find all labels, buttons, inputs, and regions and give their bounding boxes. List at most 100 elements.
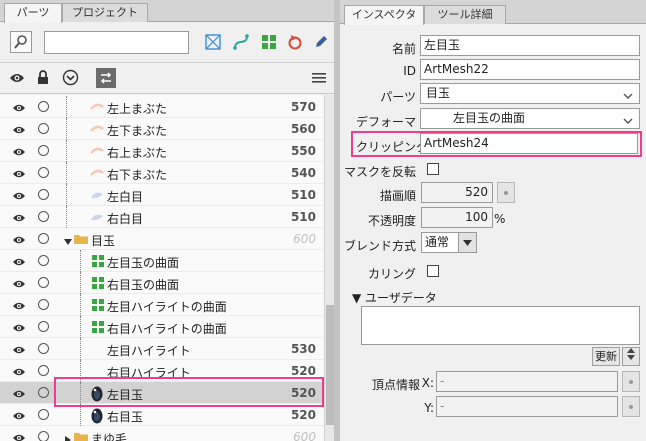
eye-icon[interactable]: [12, 124, 26, 138]
parts-row[interactable]: 右目ハイライト 520: [0, 360, 324, 382]
menu-icon[interactable]: [312, 72, 326, 87]
parts-row[interactable]: 右目玉の曲面: [0, 272, 324, 294]
opacity-field[interactable]: 100: [421, 207, 493, 228]
parts-row[interactable]: 左上まぶた 570: [0, 96, 324, 118]
parts-row[interactable]: 左目ハイライトの曲面: [0, 294, 324, 316]
draw-order-field[interactable]: 520: [421, 182, 493, 203]
swap-icon[interactable]: [96, 68, 116, 88]
parts-row-label: 右目玉: [107, 410, 144, 424]
scrollbar-thumb[interactable]: [326, 305, 334, 425]
eye-icon[interactable]: [12, 410, 26, 424]
update-button[interactable]: 更新: [592, 347, 620, 366]
eye-icon[interactable]: [12, 278, 26, 292]
parts-row[interactable]: 左白目 510: [0, 184, 324, 206]
parts-scrollbar[interactable]: [324, 95, 334, 441]
blend-label: ブレンド方式: [344, 239, 417, 253]
circle-icon[interactable]: [38, 431, 49, 441]
circle-icon[interactable]: [38, 343, 49, 354]
parts-row[interactable]: 左下まぶた 560: [0, 118, 324, 140]
parts-row-label: 右下まぶた: [107, 168, 168, 182]
eye-icon[interactable]: [12, 256, 26, 270]
culling-checkbox[interactable]: [427, 265, 439, 277]
zoom-icon[interactable]: [10, 31, 32, 53]
vertex-x-spin-button[interactable]: [622, 371, 640, 392]
parts-row[interactable]: 右目玉 520: [0, 404, 324, 426]
circle-icon[interactable]: [38, 255, 49, 266]
eye-icon[interactable]: [12, 322, 26, 336]
parts-row[interactable]: まゆ毛 600: [0, 426, 324, 441]
eye-icon[interactable]: [12, 344, 26, 358]
circle-icon[interactable]: [38, 145, 49, 156]
parts-select[interactable]: 目玉: [420, 83, 640, 104]
tab-project[interactable]: プロジェクト: [62, 3, 148, 22]
parts-row[interactable]: 右上まぶた 550: [0, 140, 324, 162]
blend-select-value: 通常: [425, 235, 450, 249]
circle-icon[interactable]: [38, 189, 49, 200]
draw-order-value: 510: [290, 188, 316, 202]
parts-row[interactable]: 左目玉 520: [0, 382, 324, 404]
vertex-y-spin-button[interactable]: [622, 396, 640, 417]
tab-inspector[interactable]: インスペクタ: [344, 5, 424, 25]
expand-arrow-icon[interactable]: [64, 235, 72, 249]
circle-icon[interactable]: [38, 233, 49, 244]
eye-icon[interactable]: [9, 72, 25, 87]
pen-icon[interactable]: [310, 31, 332, 53]
eye-icon[interactable]: [12, 102, 26, 116]
circle-icon[interactable]: [38, 299, 49, 310]
clipping-field[interactable]: ArtMesh24: [420, 133, 638, 154]
circle-icon[interactable]: [38, 277, 49, 288]
parts-search-input[interactable]: [44, 31, 189, 54]
vertex-y-field[interactable]: -: [436, 396, 618, 417]
eye-icon[interactable]: [12, 300, 26, 314]
circle-icon[interactable]: [38, 365, 49, 376]
tree-line: [66, 96, 67, 118]
eye-icon[interactable]: [12, 146, 26, 160]
vertex-x-field[interactable]: -: [436, 371, 618, 392]
circle-icon[interactable]: [38, 387, 49, 398]
blend-select[interactable]: 通常: [421, 232, 477, 253]
draw-order-spin-button[interactable]: [497, 182, 515, 203]
tab-parts[interactable]: パーツ: [4, 3, 62, 23]
circle-icon[interactable]: [38, 123, 49, 134]
chevron-circle-icon[interactable]: [62, 69, 79, 89]
mask-invert-checkbox[interactable]: [427, 163, 439, 175]
tree-line: [66, 184, 67, 206]
deformer-select[interactable]: 左目玉の曲面: [420, 108, 640, 129]
eye-icon[interactable]: [12, 190, 26, 204]
userdata-toggle[interactable]: ▼ ユーザデータ: [352, 289, 437, 306]
eye-icon[interactable]: [12, 366, 26, 380]
eye-icon[interactable]: [12, 432, 26, 441]
sort-icon[interactable]: [622, 347, 640, 366]
parts-row[interactable]: 左目玉の曲面: [0, 250, 324, 272]
mesh-edit-icon[interactable]: [202, 31, 224, 53]
id-field[interactable]: ArtMesh22: [420, 59, 640, 80]
circle-icon[interactable]: [38, 101, 49, 112]
parts-row[interactable]: 右下まぶた 540: [0, 162, 324, 184]
circle-icon[interactable]: [38, 321, 49, 332]
tab-tool-details[interactable]: ツール詳細: [424, 5, 506, 24]
eye-icon[interactable]: [12, 388, 26, 402]
right-tabbar: インスペクタ ツール詳細: [340, 0, 646, 25]
parts-row[interactable]: 左目ハイライト 530: [0, 338, 324, 360]
eye-icon[interactable]: [12, 212, 26, 226]
circle-icon[interactable]: [38, 211, 49, 222]
parts-row-label: 右目ハイライトの曲面: [107, 322, 227, 336]
circle-icon[interactable]: [38, 409, 49, 420]
parts-row[interactable]: 右目ハイライトの曲面: [0, 316, 324, 338]
rotation-deformer-icon[interactable]: [284, 31, 306, 53]
draw-order-value: 520: [290, 386, 316, 400]
draw-order-value: 600: [293, 430, 316, 441]
expand-arrow-icon[interactable]: [64, 433, 72, 441]
name-field[interactable]: 左目玉: [420, 35, 640, 56]
curve-icon[interactable]: [230, 31, 252, 53]
eye-icon[interactable]: [12, 234, 26, 248]
parts-row[interactable]: 右白目 510: [0, 206, 324, 228]
lock-icon[interactable]: [37, 70, 49, 88]
eye-icon[interactable]: [12, 168, 26, 182]
parts-row-label: 右目玉の曲面: [107, 278, 180, 292]
deformer-grid-icon[interactable]: [258, 31, 280, 53]
userdata-textarea[interactable]: [361, 306, 640, 345]
circle-icon[interactable]: [38, 167, 49, 178]
draw-order-value: 560: [290, 122, 316, 136]
parts-row[interactable]: 目玉 600: [0, 228, 324, 250]
